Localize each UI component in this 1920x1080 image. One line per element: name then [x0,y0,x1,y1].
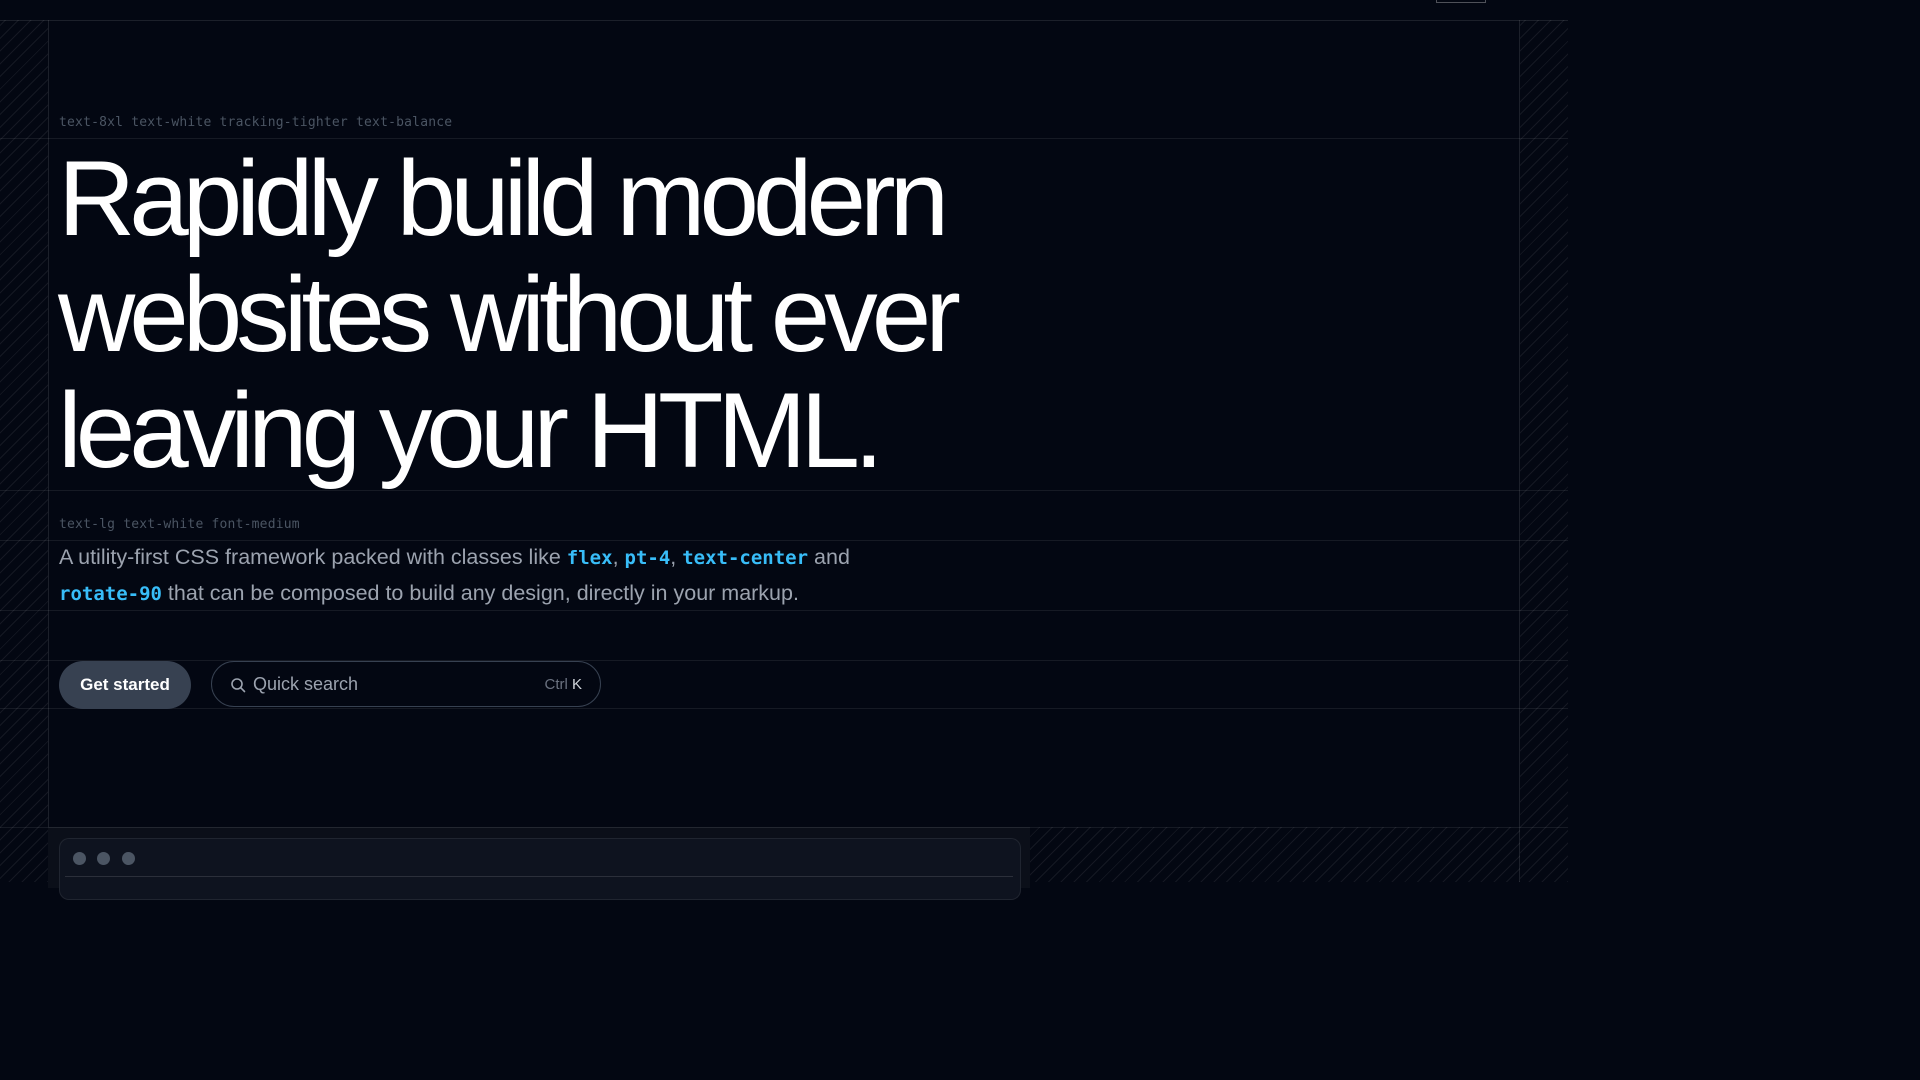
hero-line-1: Rapidly build modern [58,138,949,258]
lead-and: and [808,545,850,569]
guide-line-horizontal [0,708,1568,709]
shortcut-modifier: Ctrl [544,676,568,693]
get-started-button[interactable]: Get started [59,661,191,709]
guide-line-vertical [1519,20,1520,882]
code-flex: flex [566,547,613,569]
top-bar-tab[interactable] [1436,0,1486,3]
guide-line-horizontal [0,490,1568,491]
lead-text-after: that can be composed to build any design… [161,581,799,605]
lead-class-label: text-lg text-white font-medium [59,517,300,532]
guide-line-vertical [48,20,49,882]
lead-text-before: A utility-first CSS framework packed wit… [59,545,567,569]
lead-separator: , [670,545,683,569]
window-maximize-dot [122,852,135,865]
hero-line-2: websites without ever [58,254,961,374]
lead-paragraph: A utility-first CSS framework packed wit… [59,540,959,612]
search-icon [231,678,246,693]
code-rotate-90: rotate-90 [59,583,162,605]
window-minimize-dot [97,852,110,865]
bottom-gutter-pattern [1030,827,1520,882]
top-bar [0,0,1568,21]
shortcut-key: K [571,676,582,693]
quick-search-input[interactable]: Quick search Ctrl K [211,661,601,707]
right-gutter-pattern [1520,20,1568,882]
lead-separator: , [612,545,625,569]
hero-heading: Rapidly build modern websites without ev… [58,140,1098,488]
code-text-center: text-center [682,547,809,569]
hero-line-3: leaving your HTML. [58,370,884,490]
keyboard-shortcut: Ctrl K [544,676,582,693]
code-pt-4: pt-4 [624,547,671,569]
preview-window-divider [65,876,1013,877]
left-gutter-pattern [0,20,48,882]
search-placeholder: Quick search [253,674,359,694]
window-close-dot [73,852,86,865]
preview-window [59,838,1021,900]
hero-class-label: text-8xl text-white tracking-tighter tex… [59,115,453,130]
